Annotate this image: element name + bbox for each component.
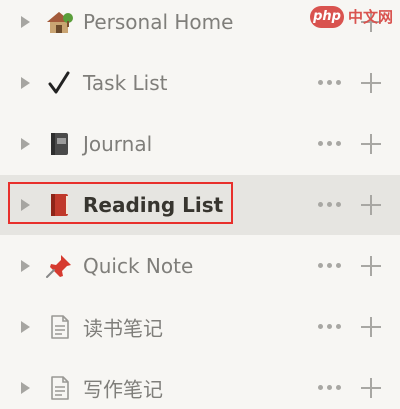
sidebar-item-quick-note[interactable]: Quick Note xyxy=(0,236,400,296)
triangle-right-icon[interactable] xyxy=(21,138,30,150)
more-horizontal-icon[interactable] xyxy=(318,202,342,208)
page-icon xyxy=(44,314,74,340)
pushpin-icon xyxy=(44,253,74,279)
page-icon xyxy=(44,375,74,401)
more-horizontal-icon[interactable] xyxy=(318,141,342,147)
sidebar-item-label: 读书笔记 xyxy=(83,316,163,341)
plus-icon[interactable] xyxy=(361,378,381,398)
sidebar-item-label: Quick Note xyxy=(83,254,194,278)
notebook-icon xyxy=(44,131,74,157)
sidebar-item-label: Task List xyxy=(83,71,168,95)
plus-icon[interactable] xyxy=(361,73,381,93)
plus-icon[interactable] xyxy=(361,317,381,337)
watermark-badge: php xyxy=(310,6,344,28)
triangle-right-icon[interactable] xyxy=(21,77,30,89)
triangle-right-icon[interactable] xyxy=(21,199,30,211)
more-horizontal-icon[interactable] xyxy=(318,324,342,330)
red-book-icon xyxy=(44,192,74,218)
sidebar-item-writing-notes[interactable]: 写作笔记 xyxy=(0,358,400,409)
checkmark-icon xyxy=(44,70,74,96)
sidebar: Personal Home Task List Journal Reading … xyxy=(0,0,400,409)
sidebar-item-label: Reading List xyxy=(83,193,224,217)
sidebar-item-reading-list[interactable]: Reading List xyxy=(0,175,400,235)
watermark-logo: php 中文网 xyxy=(310,6,394,30)
triangle-right-icon[interactable] xyxy=(21,16,30,28)
triangle-right-icon[interactable] xyxy=(21,260,30,272)
more-horizontal-icon[interactable] xyxy=(318,385,342,391)
sidebar-item-reading-notes[interactable]: 读书笔记 xyxy=(0,297,400,357)
triangle-right-icon[interactable] xyxy=(21,321,30,333)
more-horizontal-icon[interactable] xyxy=(318,263,342,269)
triangle-right-icon[interactable] xyxy=(21,382,30,394)
sidebar-item-label: 写作笔记 xyxy=(83,377,163,402)
plus-icon[interactable] xyxy=(361,134,381,154)
sidebar-item-label: Personal Home xyxy=(83,10,234,34)
plus-icon[interactable] xyxy=(361,256,381,276)
sidebar-item-label: Journal xyxy=(83,132,153,156)
plus-icon[interactable] xyxy=(361,195,381,215)
watermark-text: 中文网 xyxy=(348,8,394,26)
more-horizontal-icon[interactable] xyxy=(318,80,342,86)
house-icon xyxy=(44,9,74,35)
sidebar-item-journal[interactable]: Journal xyxy=(0,114,400,174)
sidebar-item-task-list[interactable]: Task List xyxy=(0,53,400,113)
